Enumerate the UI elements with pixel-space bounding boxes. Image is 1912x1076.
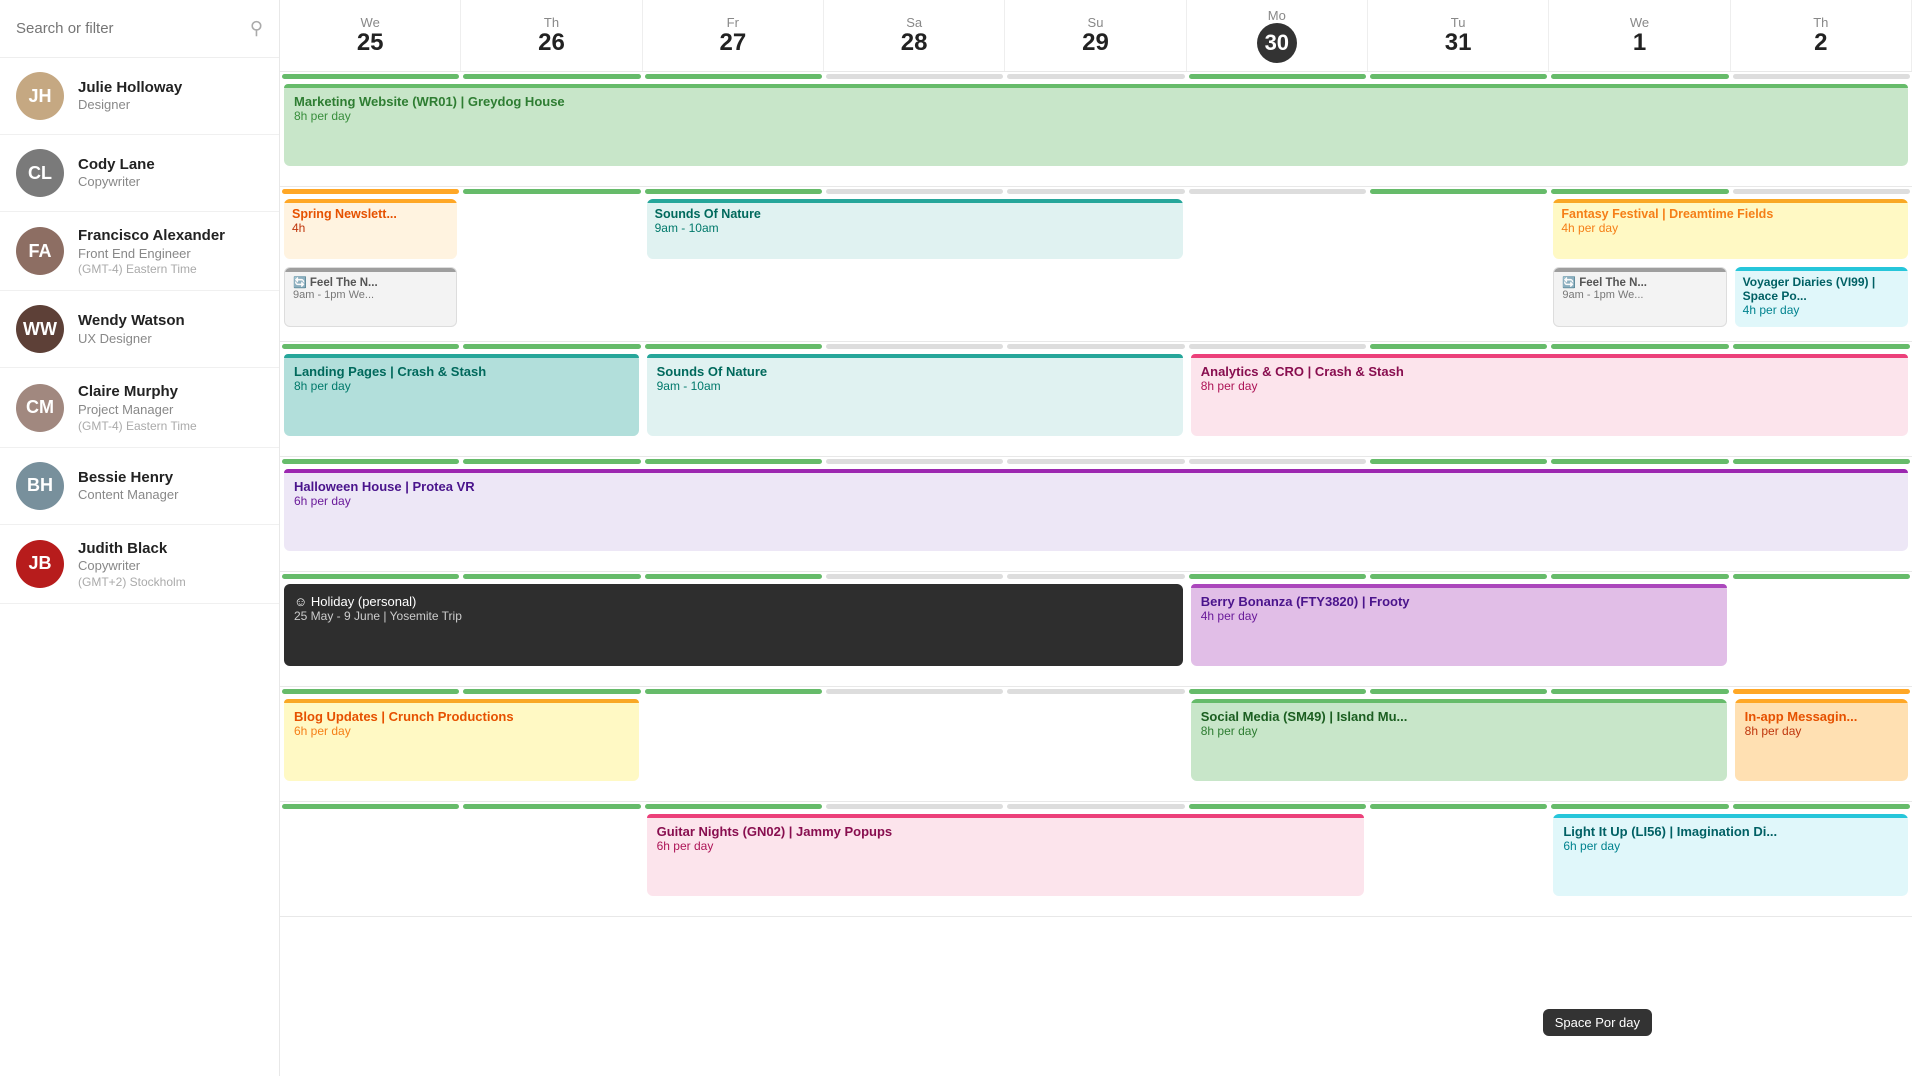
person-name-claire: Claire Murphy [78,382,197,402]
person-name-francisco: Francisco Alexander [78,226,225,246]
event-inapp-messaging[interactable]: In-app Messagin... 8h per day [1735,699,1908,781]
sidebar-item-claire[interactable]: CM Claire Murphy Project Manager (GMT-4)… [0,368,279,447]
person-name-wendy: Wendy Watson [78,311,185,331]
day-header-tu31: Tu 31 [1368,0,1549,71]
calendar-body: Marketing Website (WR01) | Greydog House… [280,72,1912,1076]
event-analytics-cro[interactable]: Analytics & CRO | Crash & Stash 8h per d… [1191,354,1908,436]
event-light-it-up[interactable]: Light It Up (LI56) | Imagination Di... 6… [1553,814,1908,896]
person-info-francisco: Francisco Alexander Front End Engineer (… [78,226,225,276]
event-holiday-personal[interactable]: ☺ Holiday (personal) 25 May - 9 June | Y… [284,584,1183,666]
event-sounds-of-nature-cody[interactable]: Sounds Of Nature 9am - 10am [647,199,1183,259]
avatar-cody: CL [16,149,64,197]
event-marketing-website[interactable]: Marketing Website (WR01) | Greydog House… [284,84,1908,166]
person-info-judith: Judith Black Copywriter (GMT+2) Stockhol… [78,539,186,589]
event-sounds-of-nature-francisco[interactable]: Sounds Of Nature 9am - 10am [647,354,1183,436]
person-role-bessie: Content Manager [78,487,178,504]
day-header-sa28: Sa 28 [824,0,1005,71]
cal-row-claire: ☺ Holiday (personal) 25 May - 9 June | Y… [280,572,1912,687]
search-input[interactable] [16,20,242,37]
person-info-claire: Claire Murphy Project Manager (GMT-4) Ea… [78,382,197,432]
person-role-cody: Copywriter [78,174,155,191]
person-name-cody: Cody Lane [78,155,155,175]
day-header-row: We 25 Th 26 Fr 27 Sa 28 Su 29 Mo 30 Tu 3… [280,0,1912,72]
day-header-th2: Th 2 [1731,0,1912,71]
avatar-bessie: BH [16,462,64,510]
day-header-we1: We 1 [1549,0,1730,71]
event-social-media[interactable]: Social Media (SM49) | Island Mu... 8h pe… [1191,699,1727,781]
sidebar-item-wendy[interactable]: WW Wendy Watson UX Designer [0,291,279,368]
event-berry-bonanza[interactable]: Berry Bonanza (FTY3820) | Frooty 4h per … [1191,584,1727,666]
person-info-julie: Julie Holloway Designer [78,78,182,114]
search-bar[interactable]: ⚲ [0,0,279,58]
person-role-francisco: Front End Engineer [78,246,225,263]
cal-row-cody: Spring Newslett... 4h Sounds Of Nature 9… [280,187,1912,342]
cal-row-julie: Marketing Website (WR01) | Greydog House… [280,72,1912,187]
person-role-judith: Copywriter [78,558,186,575]
person-name-bessie: Bessie Henry [78,468,178,488]
person-info-bessie: Bessie Henry Content Manager [78,468,178,504]
person-name-julie: Julie Holloway [78,78,182,98]
event-halloween-house[interactable]: Halloween House | Protea VR 6h per day [284,469,1908,551]
sidebar-item-cody[interactable]: CL Cody Lane Copywriter [0,135,279,212]
avatar-francisco: FA [16,227,64,275]
calendar: We 25 Th 26 Fr 27 Sa 28 Su 29 Mo 30 Tu 3… [280,0,1912,1076]
person-tz-francisco: (GMT-4) Eastern Time [78,262,225,276]
sidebar: ⚲ JH Julie Holloway Designer CL Cody Lan… [0,0,280,1076]
event-landing-pages[interactable]: Landing Pages | Crash & Stash 8h per day [284,354,639,436]
cal-row-francisco: Landing Pages | Crash & Stash 8h per day… [280,342,1912,457]
sidebar-item-julie[interactable]: JH Julie Holloway Designer [0,58,279,135]
person-info-cody: Cody Lane Copywriter [78,155,155,191]
day-header-we25: We 25 [280,0,461,71]
event-guitar-nights[interactable]: Guitar Nights (GN02) | Jammy Popups 6h p… [647,814,1364,896]
sidebar-item-bessie[interactable]: BH Bessie Henry Content Manager [0,448,279,525]
sidebar-item-francisco[interactable]: FA Francisco Alexander Front End Enginee… [0,212,279,291]
person-tz-judith: (GMT+2) Stockholm [78,575,186,589]
event-voyager-diaries[interactable]: Voyager Diaries (VI99) | Space Po... 4h … [1735,267,1908,327]
person-role-wendy: UX Designer [78,331,185,348]
day-header-th26: Th 26 [461,0,642,71]
event-blog-updates[interactable]: Blog Updates | Crunch Productions 6h per… [284,699,639,781]
event-fantasy-festival[interactable]: Fantasy Festival | Dreamtime Fields 4h p… [1553,199,1908,259]
event-spring-newsletter[interactable]: Spring Newslett... 4h [284,199,457,259]
day-header-fr27: Fr 27 [643,0,824,71]
event-feel-the-no-1[interactable]: 🔄 Feel The N... 9am - 1pm We... [284,267,457,327]
person-role-julie: Designer [78,97,182,114]
sidebar-item-judith[interactable]: JB Judith Black Copywriter (GMT+2) Stock… [0,525,279,604]
cal-row-bessie: Blog Updates | Crunch Productions 6h per… [280,687,1912,802]
search-icon: ⚲ [250,18,263,39]
event-feel-the-no-2[interactable]: 🔄 Feel The N... 9am - 1pm We... [1553,267,1726,327]
day-header-mo30: Mo 30 [1187,0,1368,71]
avatar-julie: JH [16,72,64,120]
cal-row-wendy: Halloween House | Protea VR 6h per day [280,457,1912,572]
cal-row-judith: Guitar Nights (GN02) | Jammy Popups 6h p… [280,802,1912,917]
person-name-judith: Judith Black [78,539,186,559]
avatar-wendy: WW [16,305,64,353]
day-header-su29: Su 29 [1005,0,1186,71]
person-info-wendy: Wendy Watson UX Designer [78,311,185,347]
avatar-judith: JB [16,540,64,588]
person-role-claire: Project Manager [78,402,197,419]
avatar-claire: CM [16,384,64,432]
person-tz-claire: (GMT-4) Eastern Time [78,419,197,433]
